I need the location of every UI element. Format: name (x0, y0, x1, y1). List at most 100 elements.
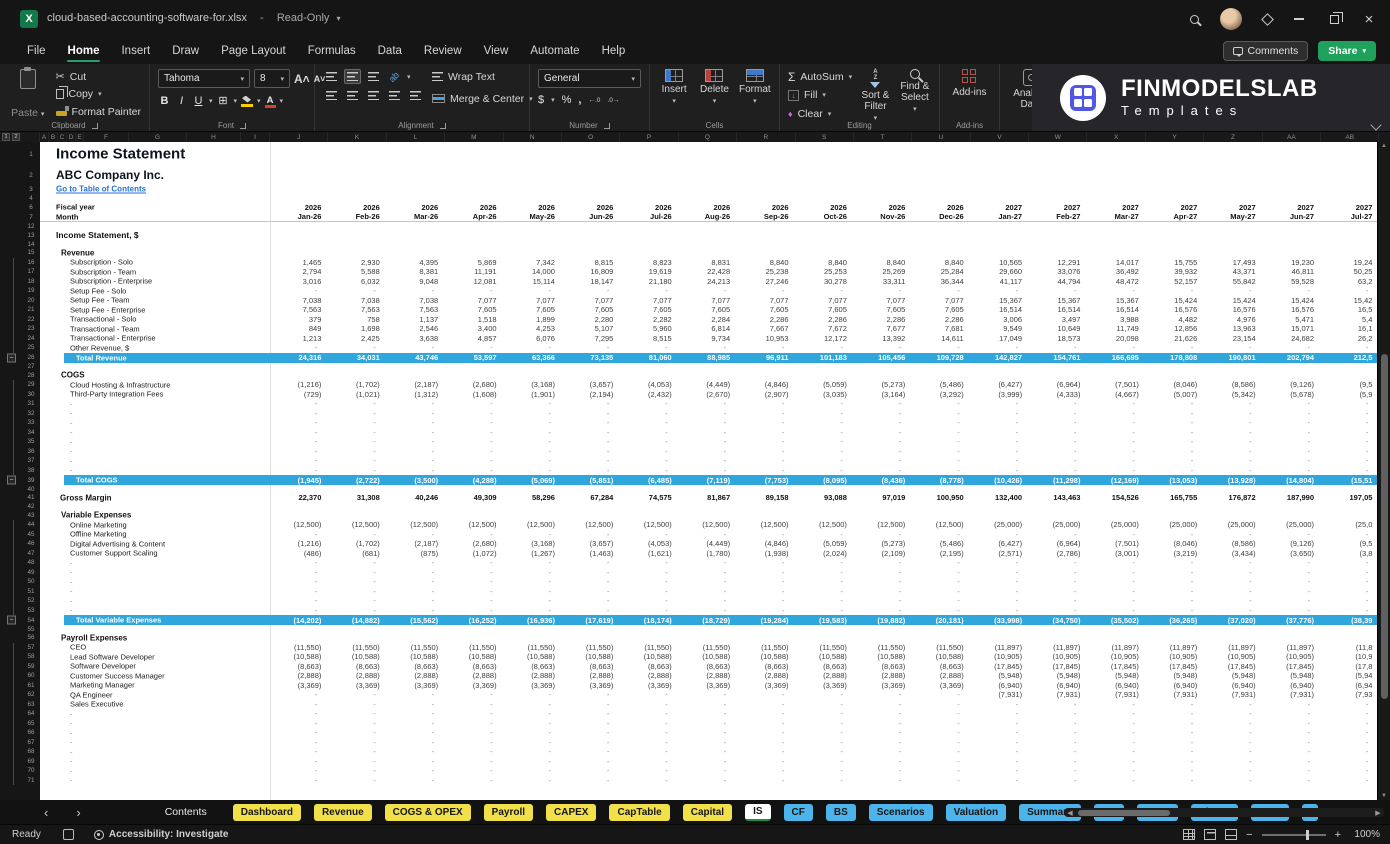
row-number[interactable]: 42 (22, 503, 40, 511)
cell[interactable]: - (1146, 409, 1204, 419)
cell[interactable]: 7,077 (679, 296, 737, 306)
cell[interactable]: - (1087, 728, 1145, 738)
cell[interactable]: 2,280 (562, 315, 620, 325)
row-number[interactable]: 13 (22, 230, 40, 240)
cell[interactable]: - (854, 728, 912, 738)
cell[interactable]: 25,253 (796, 267, 854, 277)
cell[interactable]: (7,931) (1146, 690, 1204, 700)
cell[interactable]: 10,565 (971, 258, 1029, 268)
cell[interactable]: (13,053) (1146, 475, 1204, 485)
cell[interactable]: 88,985 (679, 353, 737, 363)
cell[interactable]: Dec-26 (912, 212, 970, 221)
cell[interactable]: 758 (328, 315, 386, 325)
cell[interactable]: (11,550) (445, 643, 503, 653)
cell[interactable]: - (445, 747, 503, 757)
row-number[interactable]: 18 (22, 277, 40, 287)
cell[interactable]: (3,369) (679, 681, 737, 691)
italic-button[interactable]: I (175, 95, 188, 107)
cell[interactable]: - (854, 286, 912, 296)
cell[interactable]: - (387, 709, 445, 719)
cell[interactable]: - (854, 447, 912, 457)
cell[interactable]: 5,869 (445, 258, 503, 268)
cell[interactable]: - (504, 418, 562, 428)
cell[interactable]: - (1029, 700, 1087, 710)
cell[interactable]: - (1146, 747, 1204, 757)
cell[interactable]: (1,702) (328, 380, 386, 390)
cell[interactable]: (1,945) (270, 475, 328, 485)
insert-cells-button[interactable]: Insert ▾ (658, 69, 690, 105)
cell[interactable]: - (270, 437, 328, 447)
cell[interactable]: (2,888) (854, 671, 912, 681)
zoom-in-button[interactable]: + (1335, 829, 1341, 841)
cell[interactable]: 165,755 (1146, 493, 1204, 503)
cell[interactable]: 154,761 (1029, 353, 1087, 363)
row-number[interactable]: 53 (22, 606, 40, 616)
column-header-T[interactable]: T (854, 132, 913, 142)
cell[interactable]: - (912, 757, 970, 767)
cell[interactable]: 2027 (1029, 202, 1087, 212)
cell[interactable]: - (1321, 728, 1379, 738)
cell[interactable]: Jan-27 (971, 212, 1029, 221)
cell[interactable]: 2,794 (270, 267, 328, 277)
cell[interactable]: - (971, 700, 1029, 710)
cell[interactable]: May-26 (504, 212, 562, 221)
cell[interactable]: (5,94 (1321, 671, 1379, 681)
cell[interactable]: (6,94 (1321, 681, 1379, 691)
cell[interactable]: (8,663) (328, 662, 386, 672)
cell[interactable]: - (679, 776, 737, 786)
cell[interactable]: - (387, 766, 445, 776)
cell[interactable]: - (1263, 409, 1321, 419)
cell[interactable]: - (620, 409, 678, 419)
cell[interactable]: - (504, 286, 562, 296)
row-number[interactable]: 52 (22, 596, 40, 606)
cell[interactable]: 55,842 (1204, 277, 1262, 287)
cell[interactable]: (729) (270, 390, 328, 400)
cell[interactable]: (1,608) (445, 390, 503, 400)
cell[interactable]: (3,369) (328, 681, 386, 691)
cell[interactable]: (5,486) (912, 539, 970, 549)
cell[interactable]: - (1321, 437, 1379, 447)
cell[interactable]: (10,905) (971, 652, 1029, 662)
cell[interactable]: - (971, 428, 1029, 438)
cell[interactable]: 16,576 (1263, 305, 1321, 315)
sheet-tab-contents[interactable]: Contents (157, 804, 215, 821)
cell[interactable]: - (1321, 766, 1379, 776)
cell[interactable]: (6,940) (1146, 681, 1204, 691)
cell[interactable]: - (445, 728, 503, 738)
cell[interactable]: - (387, 286, 445, 296)
cell[interactable]: - (737, 738, 795, 748)
cell[interactable]: - (620, 286, 678, 296)
cell[interactable]: - (679, 606, 737, 616)
cell[interactable]: - (445, 428, 503, 438)
cell[interactable]: (17,845) (1263, 662, 1321, 672)
cell[interactable]: - (971, 447, 1029, 457)
cell[interactable]: (4,667) (1087, 390, 1145, 400)
cell[interactable]: 31,308 (328, 493, 386, 503)
cell[interactable]: 36,344 (912, 277, 970, 287)
cell[interactable]: - (971, 757, 1029, 767)
cell[interactable]: (5,9 (1321, 390, 1379, 400)
orientation-button[interactable]: ab (386, 69, 403, 84)
cell[interactable]: 7,077 (796, 296, 854, 306)
cell[interactable]: 2,286 (912, 315, 970, 325)
cell[interactable]: (11,550) (270, 643, 328, 653)
cell[interactable]: 40,246 (387, 493, 445, 503)
cell[interactable]: (8,046) (1146, 539, 1204, 549)
cell[interactable]: (25,000) (1029, 520, 1087, 530)
cell[interactable]: 17,493 (1204, 258, 1262, 268)
cell[interactable]: 2026 (737, 202, 795, 212)
cell[interactable]: (8,663) (445, 662, 503, 672)
cell[interactable]: - (1263, 719, 1321, 729)
cell[interactable]: - (912, 343, 970, 353)
cell[interactable]: - (445, 587, 503, 597)
cell[interactable]: - (854, 700, 912, 710)
cell[interactable]: 8,840 (737, 258, 795, 268)
cell[interactable]: - (1146, 757, 1204, 767)
cell[interactable]: - (971, 577, 1029, 587)
cell[interactable]: (1,072) (445, 549, 503, 559)
cell[interactable]: (5,948) (1146, 671, 1204, 681)
cell[interactable]: (2,888) (679, 671, 737, 681)
cell[interactable]: - (620, 738, 678, 748)
cell[interactable]: - (1321, 409, 1379, 419)
row-number[interactable]: 14 (22, 240, 40, 248)
